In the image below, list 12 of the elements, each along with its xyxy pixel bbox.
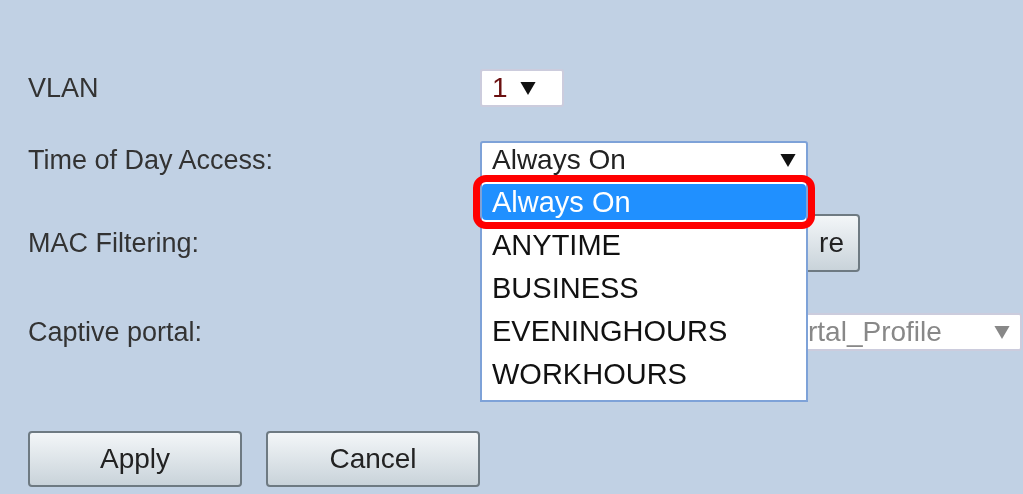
caret-icon	[780, 153, 796, 167]
caret-icon	[519, 81, 536, 95]
field-label: VLAN	[27, 72, 100, 104]
field-label: Time of Day Access:	[27, 144, 275, 176]
dropdown-select[interactable]: Always On	[480, 141, 808, 179]
cancel-button[interactable]: Cancel	[266, 431, 480, 487]
field-label: MAC Filtering:	[27, 227, 201, 259]
caret-icon	[994, 325, 1010, 339]
dropdown-select[interactable]: 1	[480, 69, 564, 107]
dropdown-option[interactable]: WORKHOURS	[482, 353, 806, 396]
apply-button[interactable]: Apply	[28, 431, 242, 487]
field-label: Captive portal:	[27, 316, 204, 348]
